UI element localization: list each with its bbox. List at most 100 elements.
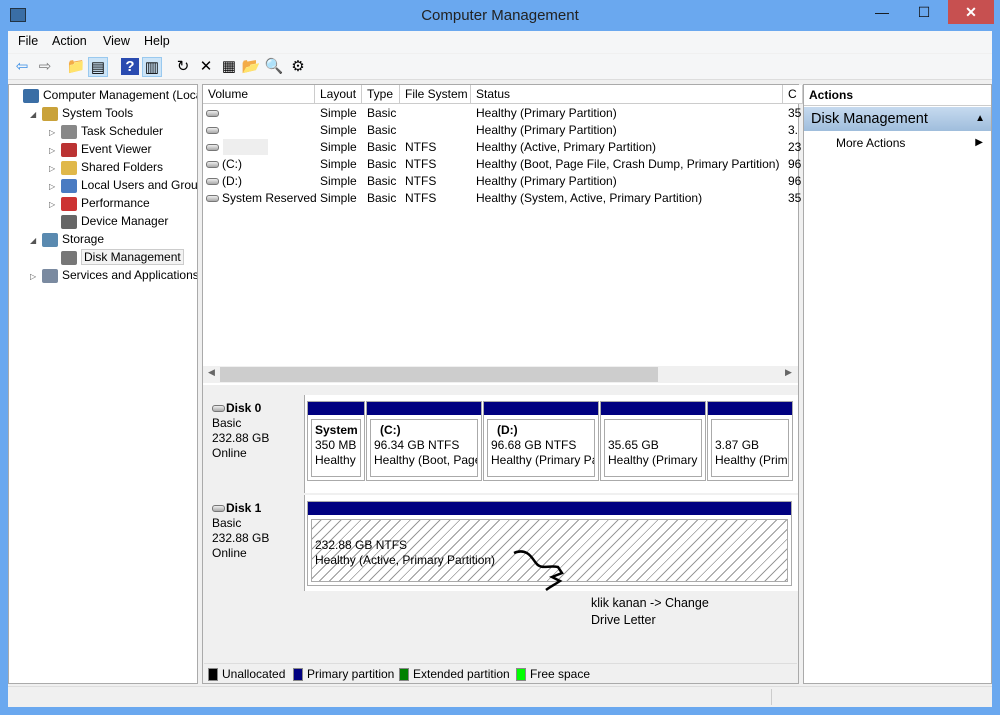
users-icon [61,178,77,193]
volume-row[interactable]: Simple Basic NTFS Healthy (Active, Primary … [203,139,801,156]
up-folder-button[interactable]: 📁 [66,57,86,77]
storage-icon [42,232,58,247]
scroll-left-icon[interactable]: ◀ [208,367,215,378]
expand-toggle-icon[interactable]: ◢ [30,106,42,124]
annotation-line: klik kanan -> Change [591,596,709,610]
expand-toggle-icon[interactable]: ◢ [30,232,42,250]
tree-item[interactable]: Disk Management [49,248,184,266]
delete-button[interactable]: ✕ [196,57,216,77]
tree-item[interactable]: ▷ Performance [49,194,150,212]
settings-button[interactable]: ⚙ [288,57,308,77]
forward-arrow-button[interactable]: ⇨ [35,57,55,77]
volume-row[interactable]: System Reserved Simple Basic NTFS Healthy (S… [203,190,801,207]
partition[interactable]: 35.65 GB Healthy (Primary [600,401,706,481]
volume-cell: 35 [788,106,802,120]
actions-section-disk-management[interactable]: Disk Management ▲ [804,107,991,131]
tree-item-label: Local Users and Groups [81,178,198,192]
tree-item-label: Services and Applications [62,268,198,282]
volume-cell: NTFS [405,157,437,171]
tree-item[interactable]: ▷ Event Viewer [49,140,151,158]
tree-item-label: Task Scheduler [81,124,164,138]
column-header-file-system[interactable]: File System [400,85,471,104]
column-header-c[interactable]: C [783,85,803,104]
tree-item[interactable]: ▷ Local Users and Groups [49,176,198,194]
open-folder-button[interactable]: 📂 [241,57,261,77]
search-button[interactable]: 🔍 [264,57,284,77]
annotation-line: Drive Letter [591,613,656,627]
menu-view[interactable]: View [103,34,130,48]
partition-status: Healthy (Primary [608,453,698,467]
minimize-button[interactable]: — [862,0,902,24]
column-header-type[interactable]: Type [362,85,400,104]
back-arrow-button[interactable]: ⇦ [12,57,32,77]
tree-item[interactable]: ▷ Shared Folders [49,158,163,176]
partition-size: 96.68 GB NTFS [491,438,577,452]
partition[interactable]: 3.87 GB Healthy (Prim [707,401,793,481]
disk-size: 232.88 GB [212,431,270,445]
partition-title: System [315,423,358,437]
partition[interactable]: System 350 MB Healthy [307,401,365,481]
disk-label[interactable]: Disk 0 Basic 232.88 GB Online [203,395,305,493]
show-hide-action-pane-button[interactable]: ▥ [142,57,162,77]
partition-type-bar [367,402,481,415]
help-button[interactable]: ? [120,57,140,77]
status-bar [8,686,992,707]
actions-header: Actions [804,85,991,106]
annotation-note: klik kanan -> Change Drive Letter [591,595,709,629]
partition-title: (C:) [380,423,401,437]
partition-size: 350 MB [315,438,357,452]
partition[interactable]: (C:) 96.34 GB NTFS Healthy (Boot, Page [366,401,482,481]
volume-row[interactable]: Simple Basic Healthy (Primary Partition) 35 [203,105,801,122]
volume-cell: Healthy (Active, Primary Partition) [476,140,657,154]
volume-row[interactable]: Simple Basic Healthy (Primary Partition) 3. [203,122,798,139]
disk-icon [206,127,219,135]
column-header-volume[interactable]: Volume [203,85,315,104]
show-hide-tree-button[interactable]: ▤ [88,57,108,77]
disk-name-text: Disk 0 [226,401,262,415]
partition-type-bar [308,402,364,415]
partition-status: Healthy (Primary Pa [491,453,595,467]
tree-item[interactable]: Computer Management (Local [11,86,197,104]
close-button[interactable]: ✕ [948,0,994,24]
volume-row[interactable]: (D:) Simple Basic NTFS Healthy (Primary Part… [203,173,801,190]
legend-swatch [293,668,303,682]
refresh-button[interactable]: ↻ [173,57,193,77]
computer-management-icon [10,8,26,22]
scroll-thumb[interactable] [220,367,658,382]
volume-cell [206,140,222,154]
tree-item[interactable]: ◢ Storage [30,230,104,248]
volume-cell: Healthy (System, Active, Primary Partiti… [476,191,703,205]
volume-row[interactable]: (C:) Simple Basic NTFS Healthy (Boot, Page F… [203,156,801,173]
properties-icon: ▦ [221,58,237,75]
tree-item[interactable]: Device Manager [49,212,168,230]
volume-name: System Reserved [222,191,317,205]
disk-state: Online [212,546,247,560]
partition-title: (D:) [497,423,518,437]
column-header-status[interactable]: Status [471,85,783,104]
collapse-icon[interactable]: ▲ [975,107,985,131]
volume-cell: Simple [320,174,357,188]
expand-toggle-icon[interactable]: ▷ [30,268,42,286]
search-icon: 🔍 [264,58,284,75]
menu-file[interactable]: File [18,34,38,48]
more-actions-item[interactable]: More Actions ▶ [804,133,991,153]
menu-action[interactable]: Action [52,34,87,48]
partition-title [608,423,698,438]
settings-icon: ⚙ [291,58,305,75]
actions-pane: Actions Disk Management ▲ More Actions ▶ [803,84,992,684]
properties-button[interactable]: ▦ [219,57,239,77]
disk-label[interactable]: Disk 1 Basic 232.88 GB Online [203,495,305,591]
tree-item[interactable]: ▷ Task Scheduler [49,122,163,140]
volume-cell: 96 [788,157,802,171]
column-header-layout[interactable]: Layout [315,85,362,104]
menu-help[interactable]: Help [144,34,170,48]
volume-list-horizontal-scrollbar[interactable]: ◀ ▶ [203,366,798,383]
partition[interactable]: (D:) 96.68 GB NTFS Healthy (Primary Pa [483,401,599,481]
tree-item[interactable]: ▷ Services and Applications [30,266,198,286]
volume-cell: Basic [367,191,397,205]
disk-icon [206,178,219,186]
volume-name: (D:) [222,174,242,188]
tree-item[interactable]: ◢ System Tools [30,104,133,122]
maximize-button[interactable]: ☐ [904,0,944,24]
scroll-right-icon[interactable]: ▶ [785,367,792,378]
